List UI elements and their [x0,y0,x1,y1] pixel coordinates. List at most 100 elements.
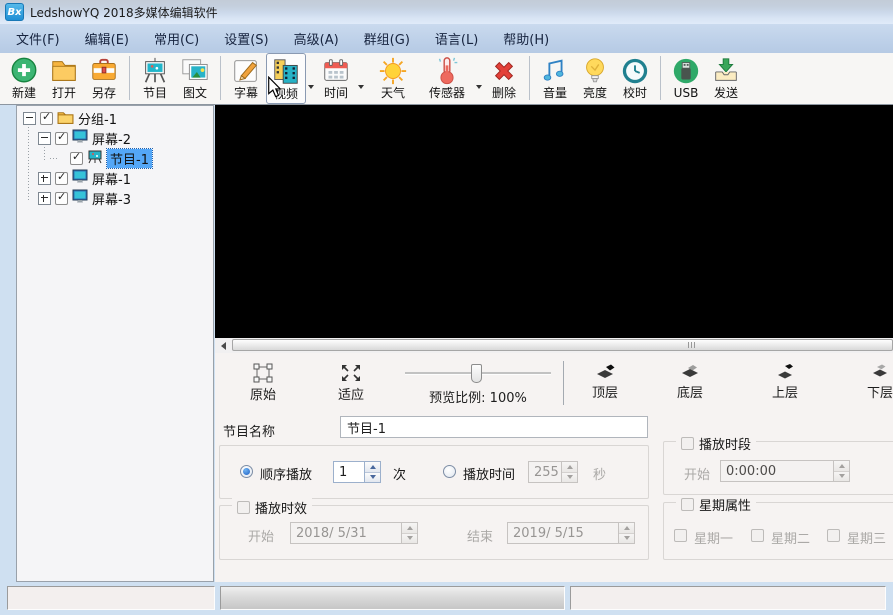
bottom-layer-button[interactable]: 底层 [662,363,718,401]
usb-button[interactable]: USB [666,53,706,104]
menu-language[interactable]: 语言(L) [427,24,486,53]
collapse-icon[interactable] [38,132,51,145]
checkbox[interactable] [40,112,53,125]
seconds-unit-label: 秒 [593,464,606,483]
lower-layer-icon [852,363,893,381]
tree-item-screen-3[interactable]: 屏幕-3 [38,188,131,208]
tree-line [50,158,58,159]
week-attribute-checkbox[interactable] [681,498,694,511]
menu-help[interactable]: 帮助(H) [495,24,557,53]
spin-up-button[interactable] [619,523,634,534]
play-period-checkbox[interactable] [681,437,694,450]
spin-down-button[interactable] [365,473,380,483]
expand-icon[interactable] [38,192,51,205]
spin-up-button[interactable] [834,461,849,472]
image-text-button[interactable]: 图文 [175,53,215,104]
play-validity-checkbox[interactable] [237,501,250,514]
wednesday-checkbox[interactable] [827,529,840,542]
spin-down-button[interactable] [834,472,849,482]
period-start-time[interactable]: 0:00:00 [720,460,850,482]
validity-end-date[interactable]: 2019/ 5/15 [507,522,635,544]
window-title: LedshowYQ 2018多媒体编辑软件 [30,4,218,21]
time-button[interactable]: 时间 [316,53,356,104]
menu-edit[interactable]: 编辑(E) [77,24,137,53]
menu-settings[interactable]: 设置(S) [216,24,276,53]
toolbar: 新建 打开 另存 节目 图文 字幕 视频 时间 [0,53,893,105]
menu-group[interactable]: 群组(G) [356,24,418,53]
scroll-left-arrow[interactable] [215,339,231,352]
play-duration-spinner[interactable]: 255 [528,461,578,483]
time-dropdown-caret[interactable] [356,69,365,104]
tree-item-screen-1[interactable]: 屏幕-1 [38,168,131,188]
spin-up-button[interactable] [562,462,577,473]
mouse-cursor [267,76,282,102]
checkbox[interactable] [55,172,68,185]
video-dropdown-caret[interactable] [306,69,315,104]
play-validity-label: 播放时效 [255,498,307,517]
monday-checkbox[interactable] [674,529,687,542]
validity-start-date[interactable]: 2018/ 5/31 [290,522,418,544]
preview-hscrollbar [215,338,893,353]
spin-down-button[interactable] [402,534,417,544]
property-panel: 原始 适应 预览比例: 100% 顶层 底层 上层 下层 [215,353,893,582]
send-button[interactable]: 发送 [706,53,746,104]
fit-button[interactable]: 适应 [323,363,379,403]
sun-icon [378,56,408,86]
volume-button[interactable]: 音量 [535,53,575,104]
play-duration-radio[interactable] [443,465,456,478]
top-layer-button[interactable]: 顶层 [577,363,633,401]
tree-line [28,124,29,200]
app-window: Bx LedshowYQ 2018多媒体编辑软件 文件(F) 编辑(E) 常用(… [0,0,893,615]
original-size-button[interactable]: 原始 [235,363,291,403]
time-sync-button[interactable]: 校时 [615,53,655,104]
checkbox[interactable] [55,132,68,145]
new-icon [9,56,39,86]
thermometer-icon [432,56,462,86]
play-validity-group: 播放时效 开始 2018/ 5/31 结束 2019/ 5/15 [219,505,649,560]
tree-item-group-1[interactable]: 分组-1 [23,108,117,128]
sensor-button[interactable]: 传感器 [420,53,474,104]
tuesday-checkbox[interactable] [751,529,764,542]
subtitle-button[interactable]: 字幕 [226,53,266,104]
delete-button[interactable]: 删除 [484,53,524,104]
panel-divider [563,361,564,405]
sequential-play-radio[interactable] [240,465,253,478]
spin-up-button[interactable] [402,523,417,534]
brightness-button[interactable]: 亮度 [575,53,615,104]
original-size-icon [235,363,291,383]
menu-advanced[interactable]: 高级(A) [286,24,347,53]
validity-end-label: 结束 [467,526,493,545]
tree-item-screen-2[interactable]: 屏幕-2 [38,128,131,148]
preview-canvas[interactable] [215,105,893,338]
lower-layer-button[interactable]: 下层 [852,363,893,401]
program-button[interactable]: 节目 [135,53,175,104]
zoom-slider-wrap: 预览比例: 100% [405,363,551,406]
menu-common[interactable]: 常用(C) [146,24,207,53]
program-name-input[interactable] [340,416,648,438]
zoom-slider-thumb[interactable] [471,364,482,383]
program-name-label: 节目名称 [223,421,275,440]
briefcase-icon [89,56,119,86]
zoom-slider[interactable] [405,363,551,383]
new-button[interactable]: 新建 [4,53,44,104]
spin-up-button[interactable] [365,462,380,473]
spin-down-button[interactable] [619,534,634,544]
scrollbar-thumb[interactable] [232,339,893,351]
collapse-icon[interactable] [23,112,36,125]
menu-file[interactable]: 文件(F) [8,24,68,53]
expand-icon[interactable] [38,172,51,185]
tree-item-program-1[interactable]: 节目-1 [70,148,152,168]
play-count-spinner[interactable]: 1 [333,461,381,483]
checkbox[interactable] [55,192,68,205]
checkbox[interactable] [70,152,83,165]
fit-arrows-icon [323,363,379,383]
open-button[interactable]: 打开 [44,53,84,104]
bottom-layer-icon [662,363,718,381]
monitor-icon [72,129,88,148]
sensor-dropdown-caret[interactable] [474,69,483,104]
weather-button[interactable]: 天气 [366,53,420,104]
spin-down-button[interactable] [562,473,577,483]
upper-layer-button[interactable]: 上层 [757,363,813,401]
wednesday-label: 星期三 [847,528,886,547]
save-as-button[interactable]: 另存 [84,53,124,104]
